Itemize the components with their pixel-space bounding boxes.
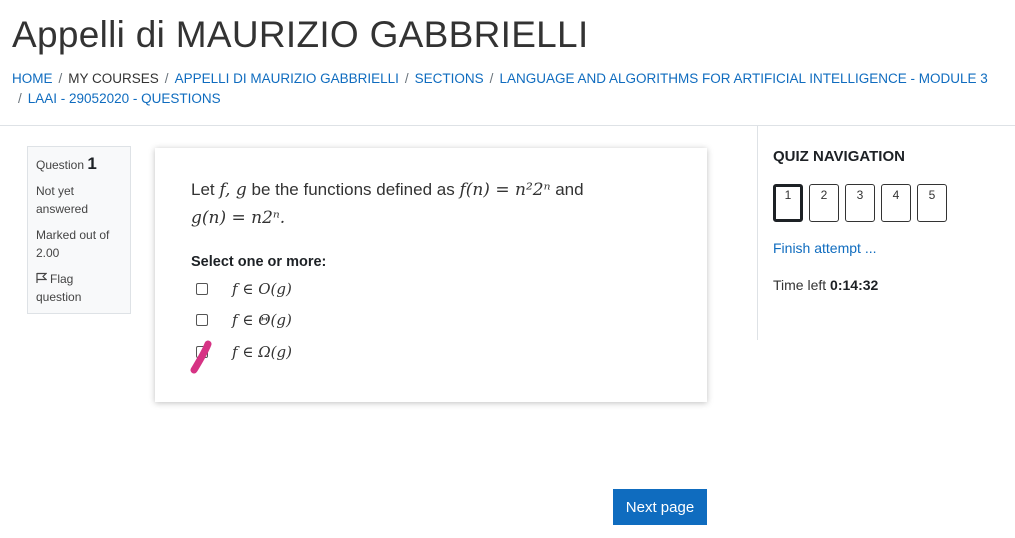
question-number-value: 1 [87, 154, 97, 173]
next-page-button[interactable]: Next page [613, 489, 707, 525]
breadcrumb-my-courses[interactable]: MY COURSES [68, 71, 159, 86]
quiz-nav-button-4[interactable]: 4 [881, 184, 911, 222]
breadcrumb-separator: / [58, 71, 63, 86]
answer-option[interactable]: f ∈ O(g) [196, 279, 292, 299]
breadcrumb-separator: / [164, 71, 169, 86]
quiz-navigation-heading: QUIZ NAVIGATION [773, 148, 905, 165]
breadcrumb-sections[interactable]: SECTIONS [415, 71, 484, 86]
breadcrumb-home[interactable]: HOME [12, 71, 53, 86]
breadcrumb-appelli[interactable]: APPELLI DI MAURIZIO GABBRIELLI [175, 71, 399, 86]
option-checkbox[interactable] [196, 283, 208, 295]
flag-icon [36, 272, 48, 283]
math-f-g: f, g [219, 180, 247, 200]
breadcrumb-separator: / [18, 91, 22, 106]
question-number: Question 1 [36, 155, 122, 174]
question-label: Question [36, 158, 85, 172]
pink-annotation-mark [190, 340, 212, 374]
breadcrumb: HOME / MY COURSES / APPELLI DI MAURIZIO GABB… [12, 69, 1002, 109]
question-status: Not yet answered [36, 184, 89, 216]
quiz-nav-button-1[interactable]: 1 [773, 184, 803, 222]
question-marks: Marked out of 2.00 [36, 228, 110, 260]
option-label[interactable]: f ∈ O(g) [232, 280, 292, 298]
page-title: Appelli di MAURIZIO GABBRIELLI [12, 14, 589, 55]
breadcrumb-quiz[interactable]: LAAI - 29052020 - QUESTIONS [28, 91, 221, 106]
time-left-value: 0:14:32 [830, 277, 879, 293]
question-text: Let f, g be the functions defined as f(n… [191, 176, 681, 232]
option-label[interactable]: f ∈ Θ(g) [232, 311, 292, 329]
breadcrumb-separator: / [489, 71, 494, 86]
finish-attempt-link[interactable]: Finish attempt ... [773, 240, 876, 256]
breadcrumb-separator: / [404, 71, 409, 86]
time-left: Time left 0:14:32 [773, 277, 878, 293]
quiz-navigation-buttons: 1 2 3 4 5 [773, 184, 947, 222]
answer-option[interactable]: f ∈ Θ(g) [196, 310, 292, 330]
time-left-label: Time left [773, 277, 827, 293]
math-g-definition: g(n) = n2ⁿ. [191, 208, 286, 228]
quiz-nav-button-3[interactable]: 3 [845, 184, 875, 222]
option-checkbox[interactable] [196, 314, 208, 326]
math-f-definition: f(n) = n²2ⁿ [459, 180, 551, 200]
answer-prompt: Select one or more: [191, 254, 327, 270]
question-text-prefix: Let [191, 180, 215, 199]
question-info-panel: Question 1 Not yet answered Marked out o… [27, 146, 131, 314]
quiz-nav-button-5[interactable]: 5 [917, 184, 947, 222]
question-text-and: and [555, 180, 584, 199]
sidebar-divider [757, 126, 758, 340]
flag-question-link[interactable]: Flag question [36, 270, 122, 306]
breadcrumb-course[interactable]: LANGUAGE AND ALGORITHMS FOR ARTIFICIAL I… [499, 71, 987, 86]
question-card: Let f, g be the functions defined as f(n… [155, 148, 707, 402]
header-divider [0, 125, 1015, 126]
quiz-nav-button-2[interactable]: 2 [809, 184, 839, 222]
question-text-mid: be the functions defined as [251, 180, 455, 199]
option-label[interactable]: f ∈ Ω(g) [232, 343, 292, 361]
